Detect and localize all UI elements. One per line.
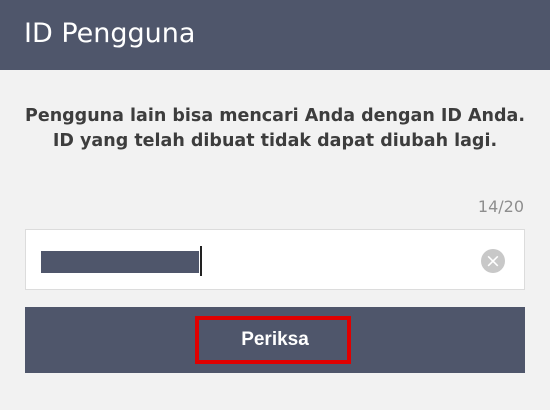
description-line-1: Pengguna lain bisa mencari Anda dengan I… bbox=[25, 106, 525, 126]
clear-input-icon[interactable]: × bbox=[481, 249, 505, 273]
description-line-2: ID yang telah dibuat tidak dapat diubah … bbox=[52, 131, 498, 151]
header-bar: ID Pengguna bbox=[0, 0, 550, 70]
page-title: ID Pengguna bbox=[24, 18, 196, 49]
user-id-input[interactable]: × bbox=[25, 229, 525, 290]
user-id-value-redacted[interactable] bbox=[41, 251, 199, 273]
check-button-label: Periksa bbox=[241, 329, 309, 350]
description-text: Pengguna lain bisa mencari Anda dengan I… bbox=[0, 104, 550, 154]
text-caret bbox=[200, 246, 202, 276]
check-button[interactable]: Periksa bbox=[25, 307, 525, 373]
character-counter: 14/20 bbox=[477, 197, 524, 216]
